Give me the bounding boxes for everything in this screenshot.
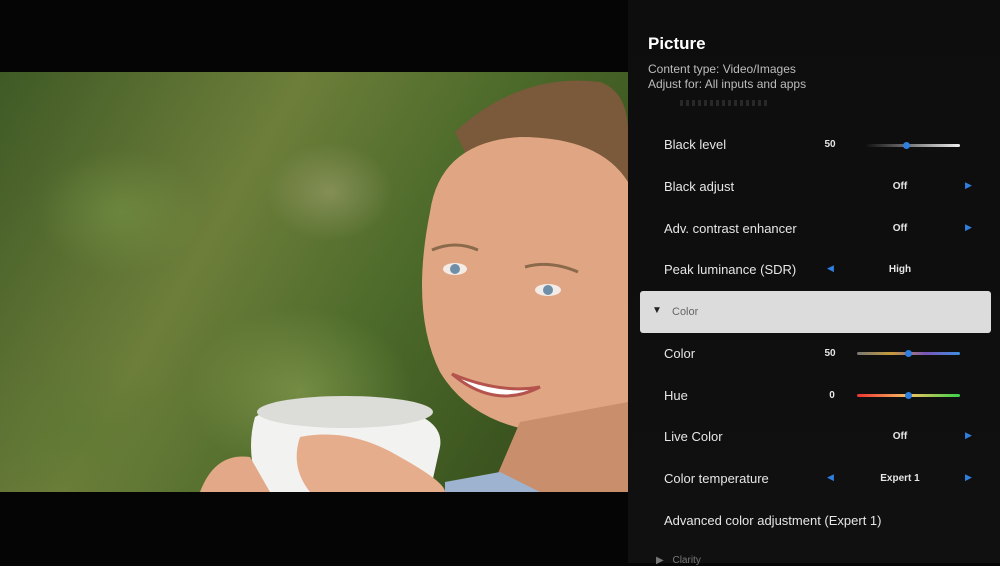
advanced-color-adjustment-row[interactable]: Advanced color adjustment (Expert 1): [640, 501, 992, 541]
black-level-label: Black level: [664, 137, 727, 152]
content-type-text: Content type: Video/Images: [648, 62, 796, 76]
peak-luminance-left-arrow-icon[interactable]: ◀: [827, 263, 834, 274]
live-color-label: Live Color: [664, 429, 723, 444]
color-temperature-right-arrow-icon[interactable]: ▶: [965, 472, 972, 483]
color-value: 50: [824, 348, 836, 359]
color-section-label: Color: [672, 306, 699, 318]
black-adjust-right-arrow-icon[interactable]: ▶: [965, 180, 972, 191]
color-temperature-label: Color temperature: [664, 471, 769, 486]
black-level-slider-knob[interactable]: [903, 142, 910, 149]
clarity-section-label: Clarity: [672, 555, 701, 566]
adv-contrast-enhancer-value: Off: [892, 223, 908, 234]
black-adjust-value: Off: [892, 181, 908, 192]
menu-title: Picture: [648, 34, 706, 53]
peak-luminance-label: Peak luminance (SDR): [664, 262, 797, 277]
color-label: Color: [664, 346, 696, 361]
black-level-row[interactable]: Black level 50: [640, 125, 992, 165]
black-level-slider-track[interactable]: [866, 144, 960, 147]
caret-right-icon: ▶: [656, 555, 664, 566]
peak-luminance-row[interactable]: Peak luminance (SDR) ◀ High: [640, 250, 992, 290]
color-row[interactable]: Color 50: [640, 334, 992, 374]
peak-luminance-value: High: [888, 264, 912, 275]
video-preview: [0, 72, 628, 492]
hue-label: Hue: [664, 388, 688, 403]
adv-contrast-enhancer-label: Adv. contrast enhancer: [664, 221, 797, 236]
color-section-header[interactable]: ▼ Color: [640, 291, 991, 333]
woman-portrait-image: [200, 80, 628, 492]
caret-down-icon: ▼: [652, 305, 662, 316]
live-color-row[interactable]: Live Color Off ▶: [640, 417, 992, 457]
scrolled-row-remnant: [680, 100, 770, 106]
clarity-section-partial[interactable]: ▶ Clarity: [656, 555, 701, 566]
live-color-value: Off: [892, 431, 908, 442]
black-adjust-row[interactable]: Black adjust Off ▶: [640, 167, 992, 207]
black-adjust-label: Black adjust: [664, 179, 735, 194]
color-temperature-value: Expert 1: [880, 473, 920, 484]
hue-value: 0: [829, 390, 835, 401]
adv-contrast-enhancer-row[interactable]: Adv. contrast enhancer Off ▶: [640, 209, 992, 249]
adjust-for-text: Adjust for: All inputs and apps: [648, 77, 807, 91]
advanced-color-adjustment-label: Advanced color adjustment (Expert 1): [664, 513, 882, 528]
color-temperature-row[interactable]: Color temperature ◀ Expert 1 ▶: [640, 459, 992, 499]
live-color-right-arrow-icon[interactable]: ▶: [965, 430, 972, 441]
color-slider-knob[interactable]: [905, 350, 912, 357]
black-level-value: 50: [824, 139, 836, 150]
color-temperature-left-arrow-icon[interactable]: ◀: [827, 472, 834, 483]
hue-row[interactable]: Hue 0: [640, 376, 992, 416]
adv-contrast-right-arrow-icon[interactable]: ▶: [965, 222, 972, 233]
hue-slider-knob[interactable]: [905, 392, 912, 399]
